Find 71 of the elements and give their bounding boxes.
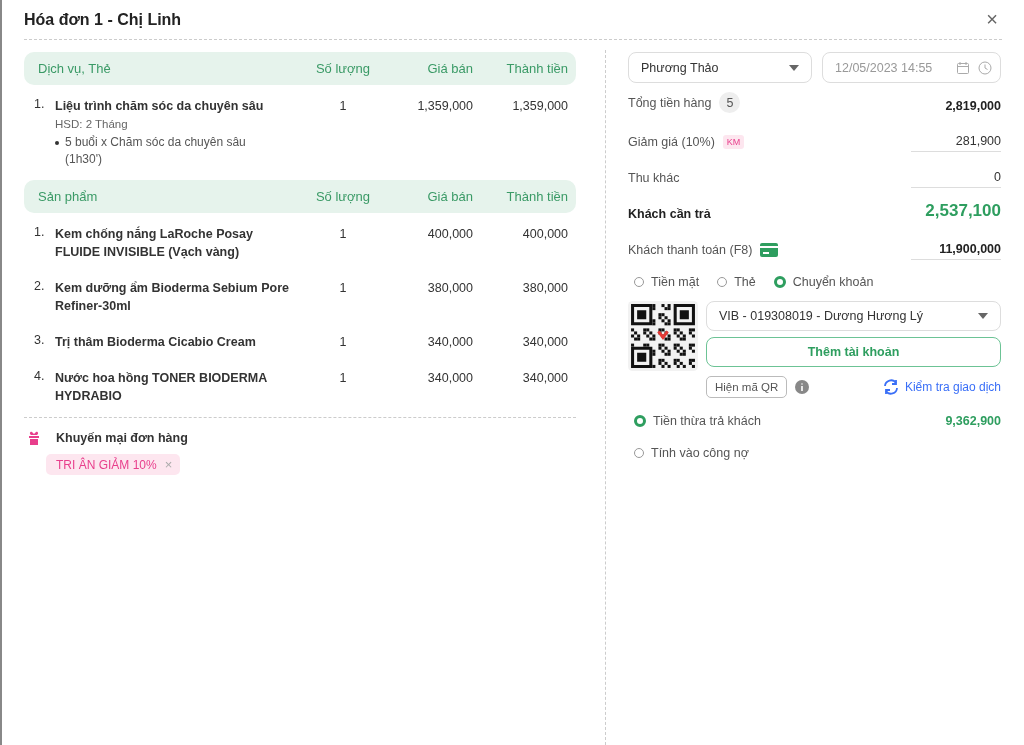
info-icon bbox=[795, 380, 810, 394]
check-transaction-link[interactable]: Kiểm tra giao dịch bbox=[882, 379, 1001, 395]
change-option-radio[interactable]: Tính vào công nợ bbox=[634, 446, 749, 460]
card-icon bbox=[760, 243, 779, 257]
promotion-name: TRI ÂN GIẢM 10% bbox=[56, 457, 157, 472]
close-button[interactable]: × bbox=[982, 8, 1002, 31]
summary-label: Giảm giá (10%) bbox=[628, 135, 715, 149]
total-cell-text: 340,000 bbox=[521, 334, 568, 351]
price-cell-text: 1,359,000 bbox=[416, 98, 473, 115]
item-name: Kem dưỡng ẩm Bioderma Sebium Pore Refiner-30ml bbox=[55, 280, 290, 315]
caret-icon bbox=[978, 313, 988, 319]
price-cell-text: 380,000 bbox=[426, 280, 473, 297]
quantity-cell-text: 1 bbox=[338, 280, 348, 297]
row-number: 1. bbox=[34, 225, 46, 239]
total-cell-text: 340,000 bbox=[521, 370, 568, 387]
quantity-cell-text: 1 bbox=[338, 370, 348, 387]
row-number: 3. bbox=[34, 333, 46, 347]
qr-code-icon bbox=[628, 301, 698, 371]
promotion-title: Khuyến mại đơn hàng bbox=[56, 431, 188, 445]
total-cell-text: 400,000 bbox=[521, 226, 568, 243]
column-header: Thành tiền bbox=[505, 189, 568, 204]
payment-method-radio[interactable]: Thẻ bbox=[717, 275, 756, 289]
item-name: Nước hoa hồng TONER BIODERMA HYDRABIO bbox=[55, 370, 268, 405]
refresh-icon bbox=[882, 379, 899, 395]
caret-icon bbox=[789, 64, 799, 71]
amount-field[interactable]: 0 bbox=[911, 170, 1001, 188]
show-qr-button[interactable]: Hiện mã QR bbox=[706, 376, 788, 398]
bullet-icon bbox=[55, 141, 59, 145]
summary-value: 2,819,000 bbox=[945, 99, 1001, 115]
promotion-badge: KM bbox=[722, 135, 745, 149]
count-badge: 5 bbox=[719, 92, 741, 113]
quantity-cell-text: 1 bbox=[338, 334, 348, 351]
summary-value: 2,537,100 bbox=[925, 201, 1001, 222]
row-number: 1. bbox=[34, 97, 46, 111]
payment-method-radio[interactable]: Chuyển khoản bbox=[773, 275, 874, 289]
summary-label: Khách cần trả bbox=[628, 207, 711, 221]
expiry-text: HSD: 2 Tháng bbox=[55, 118, 129, 130]
change-option-radio[interactable]: Tiền thừa trả khách bbox=[634, 414, 761, 428]
amount-field[interactable]: 11,900,000 bbox=[911, 242, 1001, 260]
bank-account-select[interactable]: VIB - 019308019 - Dương Hương Lý bbox=[706, 301, 1001, 331]
item-name: Liệu trình chăm sóc da chuyên sâu bbox=[55, 98, 265, 115]
gift-icon bbox=[26, 430, 42, 446]
total-cell-text: 1,359,000 bbox=[511, 98, 568, 115]
row-number: 4. bbox=[34, 369, 46, 383]
item-name: Kem chống nắng LaRoche Posay FLUIDE INVISIBLE (Vạch vàng) bbox=[55, 225, 254, 261]
summary-label: Khách thanh toán (F8) bbox=[628, 243, 753, 257]
detail-text: 5 buổi x Chăm sóc da chuyên sâu (1h30') bbox=[65, 134, 247, 168]
change-amount: 9,362,900 bbox=[945, 414, 1001, 428]
quantity-cell-text: 1 bbox=[338, 226, 348, 243]
summary-label: Thu khác bbox=[628, 171, 680, 185]
quantity-cell-text: 1 bbox=[338, 98, 348, 115]
price-cell-text: 400,000 bbox=[426, 226, 473, 243]
price-cell-text: 340,000 bbox=[426, 334, 473, 351]
column-header: Số lượng bbox=[314, 61, 372, 76]
column-header: Dịch vụ, Thẻ bbox=[38, 61, 112, 76]
calendar-icon bbox=[956, 60, 970, 75]
column-header: Giá bán bbox=[426, 61, 473, 76]
window-title: Hóa đơn 1 - Chị Linh bbox=[24, 10, 182, 29]
item-name: Trị thâm Bioderma Cicabio Cream bbox=[55, 334, 257, 351]
column-header: Thành tiền bbox=[505, 61, 568, 76]
total-cell-text: 380,000 bbox=[521, 280, 568, 297]
row-number: 2. bbox=[34, 279, 46, 293]
amount-field[interactable]: 281,900 bbox=[911, 134, 1001, 152]
clock-icon bbox=[978, 60, 992, 75]
staff-select[interactable]: Phương Thảo bbox=[628, 52, 812, 83]
column-header: Số lượng bbox=[314, 189, 372, 204]
column-header: Giá bán bbox=[426, 189, 473, 204]
summary-label: Tổng tiền hàng bbox=[628, 95, 712, 110]
column-header: Sản phẩm bbox=[38, 189, 99, 204]
payment-method-radio[interactable]: Tiền mặt bbox=[634, 275, 700, 289]
price-cell-text: 340,000 bbox=[426, 370, 473, 387]
